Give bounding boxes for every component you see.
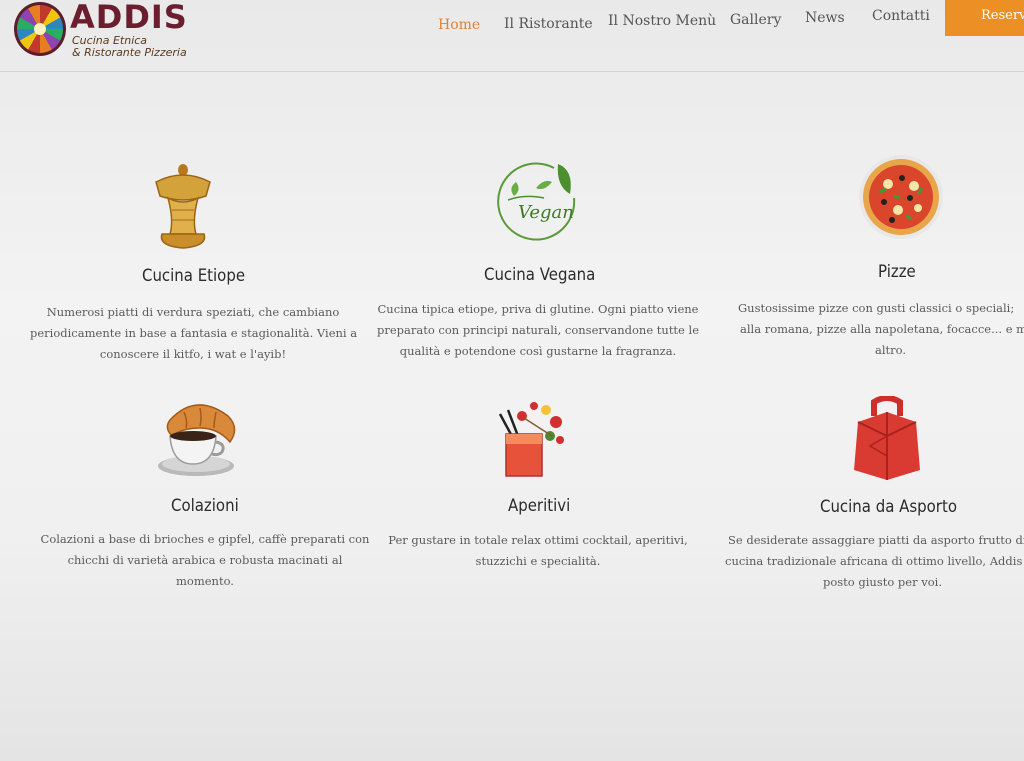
desc-line: Cucina tipica etiope, priva di glutine. …	[377, 302, 699, 316]
desc-line: alla romana, pizze alla napoletana, foca…	[740, 322, 1024, 336]
card-title: Cucina da Asporto	[820, 497, 957, 517]
card-title: Aperitivi	[508, 496, 571, 516]
etiopian-basket-icon	[155, 164, 211, 249]
desc-line: cucina tradizionale africana di ottimo l…	[725, 554, 1023, 568]
desc-line: conoscere il kitfo, i wat e l'ayib!	[99, 347, 287, 361]
desc-line: periodicamente in base a fantasia e stag…	[30, 326, 358, 340]
desc-line: Colazioni a base di brioches e gipfel, c…	[40, 532, 370, 546]
vegan-label: Vegan	[518, 202, 574, 223]
card-description: Cucina tipica etiope, priva di glutine. …	[370, 299, 706, 362]
desc-line: qualità e potendone così gustarne la fra…	[399, 344, 677, 358]
desc-line: stuzzichi e specialità.	[475, 554, 601, 568]
logo-icon[interactable]	[14, 2, 66, 56]
card-description: Numerosi piatti di verdura speziati, che…	[30, 302, 358, 365]
desc-line: Gustosissime pizze con gusti classici o …	[738, 301, 1015, 315]
reserve-button[interactable]: Reserva	[945, 0, 1024, 36]
desc-line: Per gustare in totale relax ottimi cockt…	[388, 533, 688, 547]
takeaway-box-icon	[854, 396, 920, 480]
nav-home[interactable]: Home	[438, 17, 480, 33]
cocktail-icon	[498, 402, 564, 477]
desc-line: momento.	[176, 574, 234, 588]
site-header: ADDIS Cucina Etnica & Ristorante Pizzeri…	[0, 0, 1024, 72]
card-title: Cucina Etiope	[142, 266, 246, 286]
vegan-leaf-icon: Vegan	[497, 162, 576, 241]
nav-ristorante[interactable]: Il Ristorante	[504, 16, 593, 32]
card-description: Colazioni a base di brioches e gipfel, c…	[40, 529, 370, 592]
desc-line: posto giusto per voi.	[823, 575, 943, 589]
card-description: Gustosissime pizze con gusti classici o …	[730, 298, 1024, 361]
card-title: Pizze	[878, 262, 916, 282]
pizza-icon	[859, 155, 943, 239]
nav-news[interactable]: News	[805, 10, 845, 26]
card-title: Cucina Vegana	[484, 265, 596, 285]
desc-line: preparato con principi naturali, conserv…	[376, 323, 700, 337]
card-description: Per gustare in totale relax ottimi cockt…	[378, 530, 698, 572]
card-description: Se desiderate assaggiare piatti da aspor…	[718, 530, 1024, 593]
brand-tagline-2: & Ristorante Pizzeria	[72, 46, 187, 59]
nav-gallery[interactable]: Gallery	[730, 12, 781, 28]
desc-line: Numerosi piatti di verdura speziati, che…	[46, 305, 340, 319]
card-title: Colazioni	[171, 496, 239, 516]
nav-menu[interactable]: Il Nostro Menù	[608, 13, 716, 29]
desc-line: altro.	[875, 343, 907, 357]
desc-line: Se desiderate assaggiare piatti da aspor…	[728, 533, 1024, 547]
desc-line: chicchi di varietà arabica e robusta mac…	[67, 553, 343, 567]
nav-contatti[interactable]: Contatti	[872, 8, 930, 24]
croissant-coffee-icon	[158, 404, 236, 476]
brand-name[interactable]: ADDIS	[70, 0, 188, 36]
